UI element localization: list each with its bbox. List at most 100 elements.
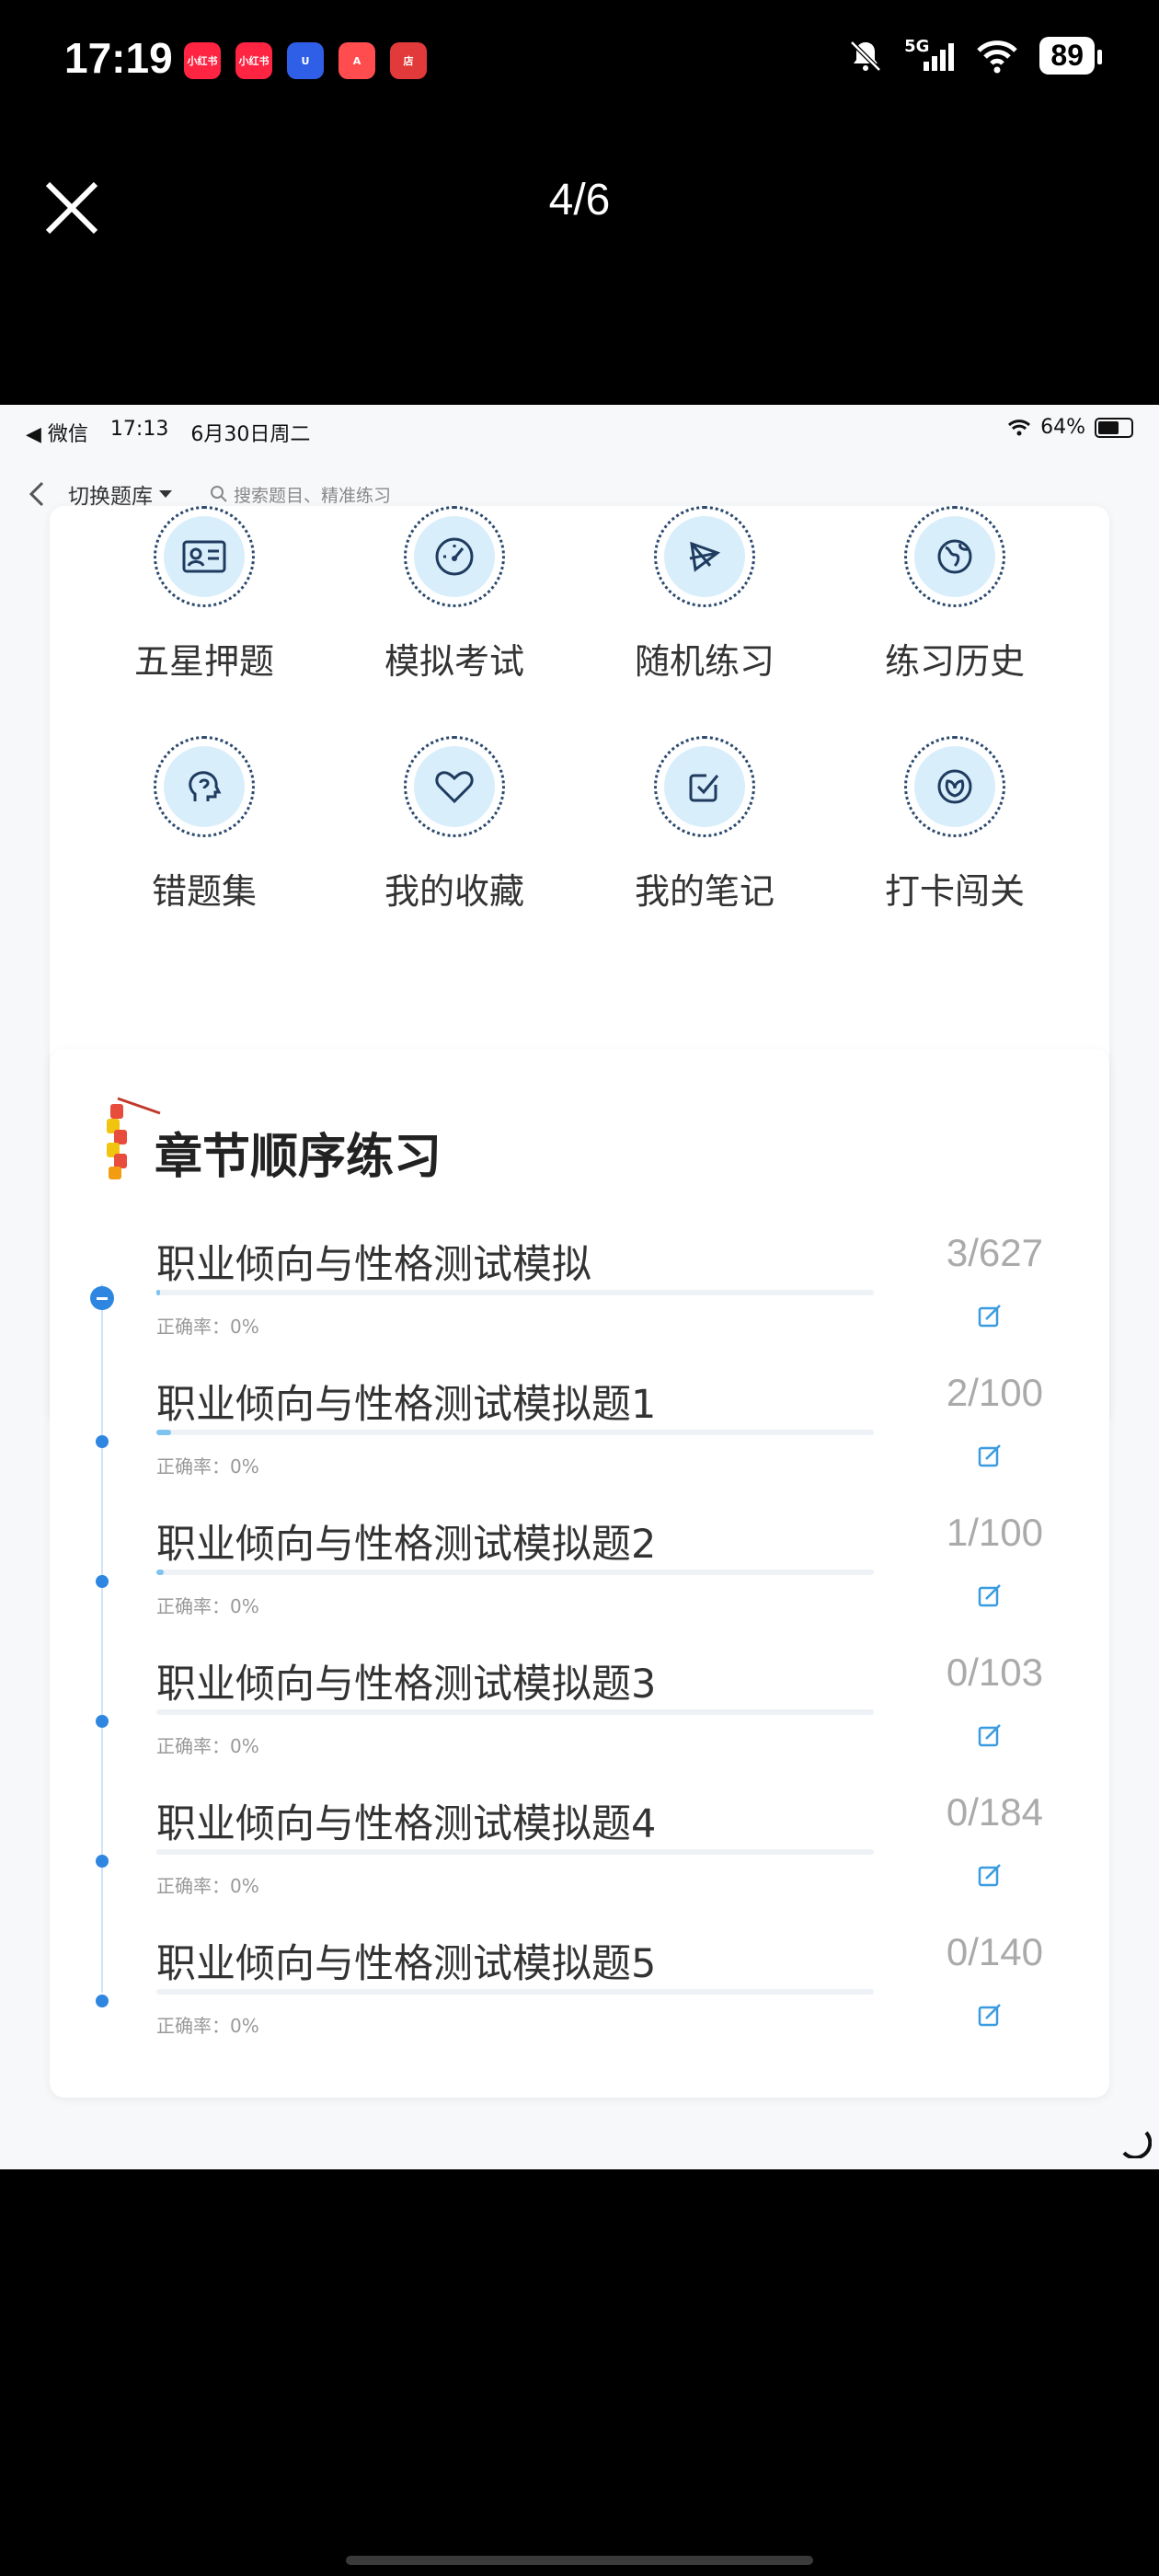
- chapter-name: 职业倾向与性格测试模拟题5: [156, 1941, 657, 1987]
- progress-track: [156, 1849, 874, 1855]
- chapter-item[interactable]: 职业倾向与性格测试模拟题1 正确率：0% 2/100: [0, 1371, 1159, 1525]
- grid-label: 错题集: [151, 871, 257, 912]
- battery-indicator: 89: [1039, 37, 1102, 75]
- wifi-icon: [1008, 419, 1031, 435]
- back-to-app-label: ◀ 微信: [26, 423, 88, 446]
- switch-bank-dropdown[interactable]: 切换题库: [68, 478, 173, 510]
- progress-track: [156, 1570, 874, 1575]
- accuracy-label: 正确率：0%: [156, 1316, 259, 1338]
- switch-bank-label: 切换题库: [68, 485, 153, 509]
- grid-label: 我的笔记: [634, 871, 775, 912]
- grid-item-checkin[interactable]: 打卡闯关: [844, 736, 1065, 914]
- grid-item-notes[interactable]: 我的笔记: [594, 736, 815, 914]
- phone-status-bar: 17:19 小红书 小红书 U A 店 5G 89: [0, 0, 1159, 124]
- progress-count: 2/100: [946, 1371, 1043, 1414]
- inner-status-bar: ◀ 微信 17:13 6月30日周二 64%: [0, 405, 1159, 458]
- globe-icon: [914, 516, 995, 597]
- grid-label: 随机练习: [634, 641, 775, 682]
- search-field[interactable]: 搜索题目、精准练习: [210, 482, 391, 507]
- a-app-icon: A: [339, 42, 375, 79]
- grid-item-favorites[interactable]: 我的收藏: [344, 736, 565, 914]
- progress-count: 0/184: [946, 1790, 1043, 1834]
- shuffle-icon: [664, 516, 745, 597]
- inner-time: 17:13: [109, 418, 169, 441]
- progress-count: 1/100: [946, 1511, 1043, 1554]
- progress-track: [156, 1709, 874, 1715]
- home-indicator[interactable]: [346, 2556, 813, 2565]
- timeline-dot: [96, 1715, 109, 1728]
- grid-item-practice-history[interactable]: 练习历史: [844, 506, 1065, 684]
- edit-icon[interactable]: [977, 1582, 1003, 1608]
- progress-count: 0/103: [946, 1650, 1043, 1694]
- chapter-name: 职业倾向与性格测试模拟: [156, 1242, 591, 1288]
- collapse-bullet-icon[interactable]: [90, 1286, 114, 1310]
- chapter-item[interactable]: 职业倾向与性格测试模拟题3 正确率：0% 0/103: [0, 1650, 1159, 1805]
- speedometer-icon: [414, 516, 495, 597]
- caret-down-icon: [159, 490, 172, 498]
- progress-track: [156, 1290, 874, 1295]
- grid-label: 打卡闯关: [884, 871, 1025, 912]
- heart-icon: [414, 746, 495, 827]
- leaf-icon: [914, 746, 995, 827]
- loading-spinner-icon: [1122, 2131, 1152, 2158]
- timeline-dot: [96, 1855, 109, 1868]
- grid-item-mock-exam[interactable]: 模拟考试: [344, 506, 565, 684]
- head-icon: [164, 746, 245, 827]
- accuracy-label: 正确率：0%: [156, 1875, 259, 1897]
- search-placeholder: 搜索题目、精准练习: [234, 485, 392, 506]
- page-counter: 4/6: [548, 176, 611, 224]
- chapter-name: 职业倾向与性格测试模拟题3: [156, 1662, 657, 1708]
- grid-item-random-practice[interactable]: 随机练习: [594, 506, 815, 684]
- inner-date: 6月30日周二: [190, 423, 311, 446]
- note-check-icon: [664, 746, 745, 827]
- chapter-section-title: 章节顺序练习: [155, 1130, 442, 1185]
- grid-label: 模拟考试: [384, 641, 524, 682]
- id-card-icon: [164, 516, 245, 597]
- chapter-item[interactable]: 职业倾向与性格测试模拟 正确率：0% 3/627: [0, 1231, 1159, 1386]
- screenshot-image: ◀ 微信 17:13 6月30日周二 64% 切换题库 搜索题目、精准练习 五星…: [0, 405, 1159, 2169]
- edit-icon[interactable]: [977, 1722, 1003, 1748]
- notification-app-icons: 小红书 小红书 U A 店: [184, 42, 427, 79]
- timeline-dot: [96, 1435, 109, 1448]
- edit-icon[interactable]: [977, 1862, 1003, 1888]
- u-app-icon: U: [287, 42, 324, 79]
- cellular-signal-icon: 5G: [904, 37, 955, 75]
- grid-label: 练习历史: [884, 641, 1025, 682]
- store-app-icon: 店: [390, 42, 427, 79]
- xiaohongshu-app-icon: 小红书: [184, 42, 221, 79]
- accuracy-label: 正确率：0%: [156, 1595, 259, 1617]
- progress-count: 3/627: [946, 1231, 1043, 1274]
- accuracy-label: 正确率：0%: [156, 1735, 259, 1757]
- grid-item-five-star[interactable]: 五星押题: [94, 506, 315, 684]
- grid-label: 五星押题: [133, 641, 274, 682]
- chapter-item[interactable]: 职业倾向与性格测试模拟题4 正确率：0% 0/184: [0, 1790, 1159, 1945]
- search-icon: [211, 486, 227, 502]
- mute-bell-icon: [847, 38, 884, 75]
- progress-count: 0/140: [946, 1930, 1043, 1973]
- wifi-icon: [975, 38, 1019, 75]
- inner-battery-percent: 64%: [1040, 416, 1085, 439]
- xiaohongshu-app-icon-2: 小红书: [235, 42, 272, 79]
- chapter-item[interactable]: 职业倾向与性格测试模拟题5 正确率：0% 0/140: [0, 1930, 1159, 2085]
- progress-track: [156, 1430, 874, 1435]
- chapter-item[interactable]: 职业倾向与性格测试模拟题2 正确率：0% 1/100: [0, 1511, 1159, 1665]
- progress-fill: [156, 1290, 160, 1295]
- chapter-name: 职业倾向与性格测试模拟题2: [156, 1522, 657, 1568]
- edit-icon[interactable]: [977, 1443, 1003, 1468]
- progress-fill: [156, 1430, 171, 1435]
- progress-track: [156, 1989, 874, 1995]
- edit-icon[interactable]: [977, 2002, 1003, 2028]
- battery-icon: [1095, 417, 1133, 438]
- accuracy-label: 正确率：0%: [156, 1455, 259, 1478]
- chapter-name: 职业倾向与性格测试模拟题1: [156, 1382, 657, 1428]
- grid-item-wrong-set[interactable]: 错题集: [94, 736, 315, 914]
- back-arrow-icon[interactable]: [24, 476, 52, 512]
- edit-icon[interactable]: [977, 1303, 1003, 1328]
- accuracy-label: 正确率：0%: [156, 2015, 259, 2037]
- grid-label: 我的收藏: [384, 871, 524, 912]
- timeline-dot: [96, 1995, 109, 2007]
- timeline-dot: [96, 1575, 109, 1588]
- progress-fill: [156, 1570, 164, 1575]
- chapter-name: 职业倾向与性格测试模拟题4: [156, 1801, 657, 1847]
- status-time: 17:19: [64, 34, 173, 82]
